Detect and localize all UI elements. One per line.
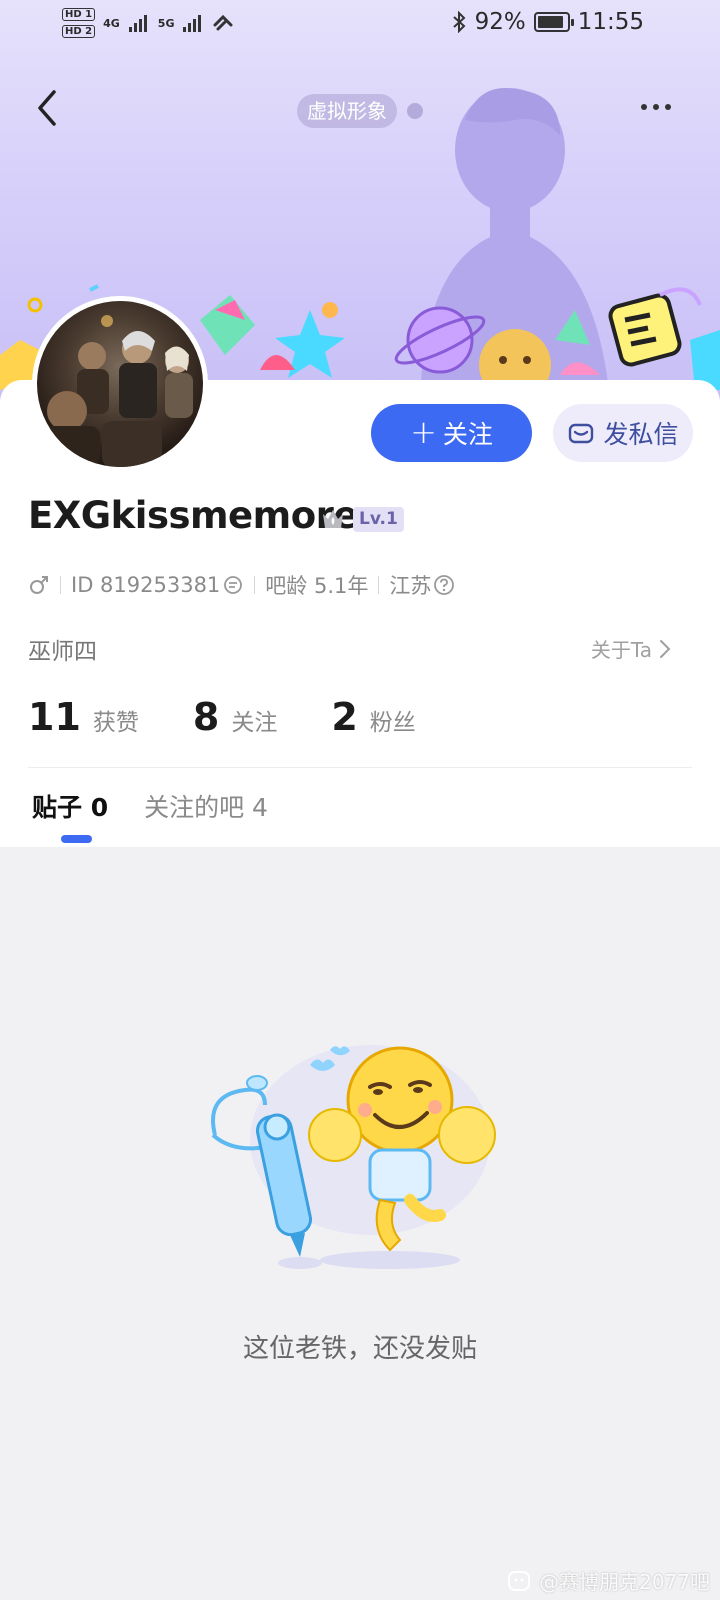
- more-dot-icon: [665, 104, 671, 110]
- profile-tabs: 贴子 0 关注的吧 4: [32, 788, 268, 824]
- chevron-right-icon: [660, 639, 671, 658]
- divider: [28, 767, 692, 768]
- location: 江苏: [389, 574, 432, 598]
- data-saver-icon: [213, 14, 233, 31]
- profile-meta-row: ID 819253381 吧龄 5.1年 江苏: [28, 570, 455, 600]
- send-message-label: 发私信: [603, 420, 679, 449]
- stat-likes: 11 获赞: [28, 695, 139, 739]
- network-4g-label: 4G: [103, 16, 120, 30]
- stat-fans-label: 粉丝: [369, 710, 416, 736]
- network-5g-label: 5G: [157, 16, 175, 30]
- about-link[interactable]: 关于Ta: [591, 634, 672, 663]
- stat-likes-value: 11: [28, 695, 81, 739]
- watermark: @赛博朋克2077吧: [507, 1566, 710, 1595]
- send-message-button[interactable]: 发私信: [553, 404, 693, 462]
- tieba-logo-icon: [508, 1570, 531, 1591]
- empty-state-illustration: [211, 1045, 496, 1269]
- virtual-avatar-chip[interactable]: 虚拟形象: [297, 94, 397, 128]
- username: EXGkissmemore: [28, 494, 358, 537]
- more-dot-icon: [641, 104, 647, 110]
- clock: 11:55: [577, 9, 644, 35]
- watermark-text: @赛博朋克2077吧: [539, 1570, 710, 1594]
- avatar-image: [37, 301, 203, 467]
- stat-following-value: 8: [192, 695, 220, 739]
- stat-fans-value: 2: [331, 695, 358, 739]
- user-id: ID 819253381: [71, 573, 221, 597]
- battery-icon: [533, 12, 574, 32]
- empty-state-text: 这位老铁，还没发贴: [242, 1334, 477, 1364]
- avatar-chip-dot: [407, 103, 423, 119]
- about-link-label: 关于Ta: [590, 638, 652, 662]
- envelope-icon: [569, 423, 594, 444]
- help-icon[interactable]: [433, 574, 455, 596]
- tab-indicator: [61, 835, 92, 843]
- user-signature: 巫师四: [28, 639, 97, 665]
- level-badge: Lv.1: [353, 507, 404, 532]
- avatar-artwork: [45, 315, 193, 467]
- bar-age: 吧龄 5.1年: [265, 574, 369, 598]
- tab-posts[interactable]: 贴子 0: [32, 788, 108, 824]
- tab-followed-bars[interactable]: 关注的吧 4: [144, 788, 268, 824]
- battery-percent: 92%: [474, 9, 526, 35]
- more-options-button[interactable]: [634, 92, 678, 122]
- stat-fans[interactable]: 2 粉丝: [331, 695, 415, 739]
- stat-following-label: 关注: [231, 710, 278, 736]
- back-button[interactable]: [28, 86, 72, 130]
- signal-icon-2: [183, 15, 202, 32]
- male-gender-icon: [30, 576, 48, 594]
- status-bar: HD 1 HD 2 4G 5G 92% 11:55: [0, 0, 720, 50]
- battery-fill: [537, 16, 564, 28]
- follow-button-label: 关注: [442, 420, 493, 449]
- stat-following[interactable]: 8 关注: [193, 695, 277, 739]
- avatar[interactable]: [32, 296, 208, 472]
- more-dot-icon: [653, 104, 659, 110]
- hd1-indicator: HD 1: [62, 8, 96, 21]
- stats-row: 11 获赞 8 关注 2 粉丝: [28, 695, 470, 739]
- hd2-indicator: HD 2: [62, 25, 96, 38]
- plus-icon: +: [410, 412, 437, 451]
- stat-likes-label: 获赞: [92, 710, 139, 736]
- member-crown-icon: [323, 510, 343, 528]
- signal-icon: [128, 15, 147, 32]
- copy-icon[interactable]: [222, 574, 244, 596]
- follow-button[interactable]: + 关注: [371, 404, 532, 462]
- bluetooth-icon: [452, 11, 466, 33]
